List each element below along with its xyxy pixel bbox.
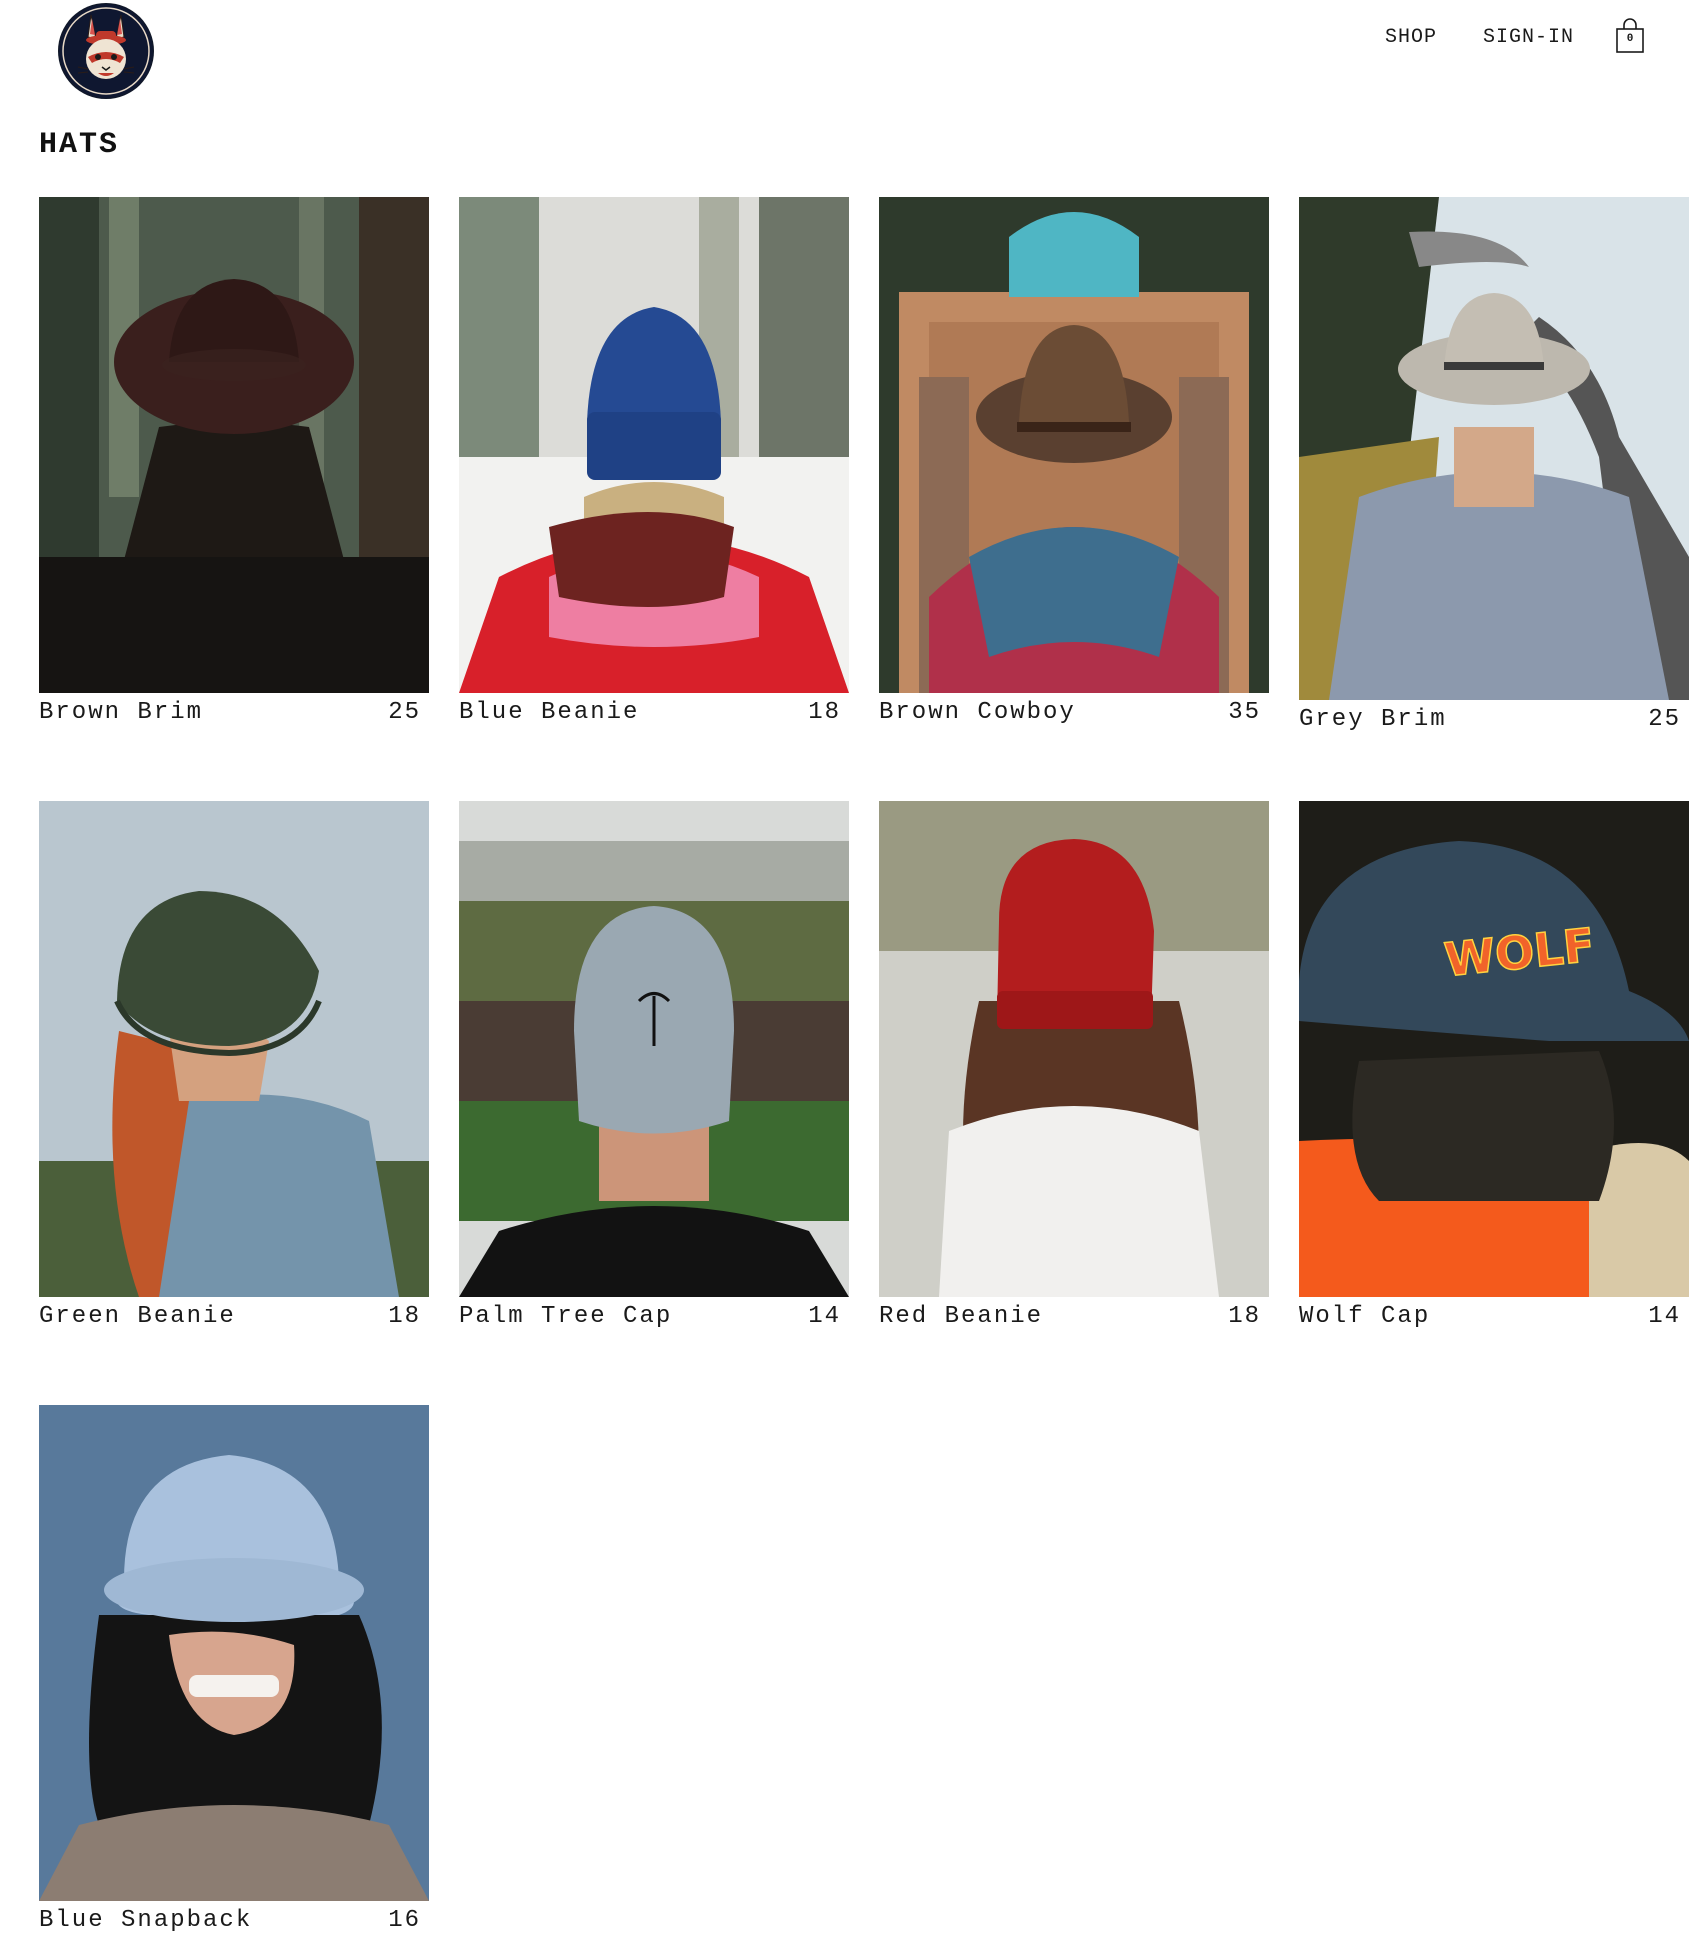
product-price: 25 [388,699,421,726]
cart-button[interactable]: 0 [1614,18,1646,54]
product-card[interactable]: WOLF Wolf Cap 14 [1299,801,1689,1405]
page-title: HATS [39,128,120,162]
site-header: SHOP SIGN-IN 0 [0,0,1702,110]
product-name: Blue Snapback [39,1907,253,1934]
product-price: 14 [1648,1303,1681,1330]
product-image[interactable] [879,801,1269,1297]
product-meta: Wolf Cap 14 [1299,1303,1689,1330]
product-meta: Blue Beanie 18 [459,699,849,726]
cart-count-badge: 0 [1626,33,1634,45]
product-image[interactable] [39,801,429,1297]
product-card[interactable]: Blue Snapback 16 [39,1405,429,1945]
product-meta: Grey Brim 25 [1299,706,1689,733]
product-image[interactable] [1299,197,1689,700]
product-price: 14 [808,1303,841,1330]
product-card[interactable]: Brown Brim 25 [39,197,429,801]
product-image[interactable] [39,1405,429,1901]
logo-rabbit-mascot-icon[interactable] [58,3,154,99]
product-image[interactable]: WOLF [1299,801,1689,1297]
product-name: Wolf Cap [1299,1303,1431,1330]
product-image[interactable] [879,197,1269,693]
product-card[interactable]: Red Beanie 18 [879,801,1269,1405]
product-card[interactable]: Green Beanie 18 [39,801,429,1405]
product-price: 18 [808,699,841,726]
product-price: 18 [388,1303,421,1330]
product-image[interactable] [459,197,849,693]
product-name: Brown Brim [39,699,204,726]
nav-signin-link[interactable]: SIGN-IN [1483,26,1574,49]
product-name: Blue Beanie [459,699,640,726]
product-name: Green Beanie [39,1303,236,1330]
product-meta: Brown Cowboy 35 [879,699,1269,726]
product-image[interactable] [459,801,849,1297]
product-price: 16 [388,1907,421,1934]
product-meta: Blue Snapback 16 [39,1907,429,1934]
product-card[interactable]: Blue Beanie 18 [459,197,849,801]
product-meta: Red Beanie 18 [879,1303,1269,1330]
main-nav: SHOP SIGN-IN 0 [1385,18,1646,53]
product-grid: Brown Brim 25 Blue Beanie 18 Brown Cowbo… [39,197,1689,1945]
product-card[interactable]: Brown Cowboy 35 [879,197,1269,801]
product-name: Red Beanie [879,1303,1044,1330]
product-price: 18 [1228,1303,1261,1330]
product-price: 25 [1648,706,1681,733]
product-card[interactable]: Palm Tree Cap 14 [459,801,849,1405]
product-card[interactable]: Grey Brim 25 [1299,197,1689,801]
nav-shop-link[interactable]: SHOP [1385,26,1437,49]
product-image[interactable] [39,197,429,693]
product-name: Grey Brim [1299,706,1447,733]
product-meta: Brown Brim 25 [39,699,429,726]
product-price: 35 [1228,699,1261,726]
product-name: Palm Tree Cap [459,1303,673,1330]
product-meta: Green Beanie 18 [39,1303,429,1330]
product-name: Brown Cowboy [879,699,1076,726]
product-meta: Palm Tree Cap 14 [459,1303,849,1330]
